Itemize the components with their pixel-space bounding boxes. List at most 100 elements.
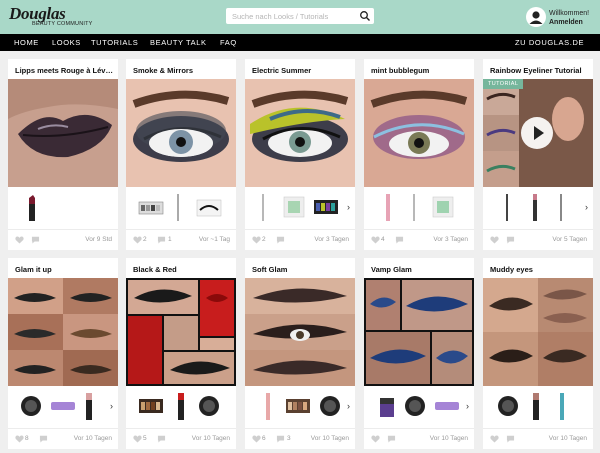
eyeshadow-icon[interactable] [432, 196, 454, 218]
comment-icon[interactable] [387, 435, 396, 443]
look-card[interactable]: mint bubblegum 4 Vor 3 Tagen [364, 59, 474, 250]
look-card[interactable]: Soft Glam › 6 3 Vor 10 Tagen [245, 258, 355, 449]
lipgloss-icon[interactable] [557, 391, 567, 421]
look-card[interactable]: Vamp Glam › Vor 10 Tagen [364, 258, 474, 449]
card-title[interactable]: mint bubblegum [371, 66, 471, 75]
look-image[interactable] [245, 278, 355, 386]
card-footer: 5 Vor 10 Tagen [126, 428, 236, 449]
nav-beauty-talk[interactable]: BEAUTY TALK [150, 38, 207, 47]
mascara-icon[interactable] [384, 192, 392, 222]
post-time: Vor 10 Tagen [191, 435, 230, 442]
pot-icon[interactable] [20, 395, 42, 417]
comment-icon[interactable] [157, 236, 166, 244]
card-title[interactable]: Rainbow Eyeliner Tutorial [490, 66, 590, 75]
eyeshadow-icon[interactable] [283, 196, 305, 218]
heart-icon[interactable] [15, 236, 24, 244]
play-icon[interactable] [521, 117, 553, 149]
look-card[interactable]: Smoke & Mirrors 2 1 Vor ~1 Tag [126, 59, 236, 250]
comment-count: 3 [287, 435, 291, 442]
comment-icon[interactable] [506, 435, 515, 443]
tutorial-card[interactable]: Rainbow Eyeliner Tutorial TUTORIAL › Vor… [483, 59, 593, 250]
look-image[interactable] [126, 79, 236, 187]
comment-icon[interactable] [31, 236, 40, 244]
comment-icon[interactable] [157, 435, 166, 443]
comment-icon[interactable] [395, 236, 404, 244]
chevron-right-icon[interactable]: › [466, 402, 469, 411]
comment-icon[interactable] [39, 435, 48, 443]
douglas-logo[interactable]: Douglas BEAUTY COMMUNITY [9, 5, 93, 27]
look-image[interactable] [8, 278, 118, 386]
heart-icon[interactable] [490, 236, 499, 244]
look-card[interactable]: Black & Red 5 Vor 10 Tagen [126, 258, 236, 449]
card-title[interactable]: Vamp Glam [371, 265, 471, 274]
look-image[interactable] [245, 79, 355, 187]
look-card[interactable]: Electric Summer › 2 Vor 3 Tagen [245, 59, 355, 250]
comment-icon[interactable] [506, 236, 515, 244]
user-menu[interactable]: Willkommen! Anmelden [549, 9, 589, 27]
heart-icon[interactable] [133, 435, 142, 443]
pot-icon[interactable] [404, 395, 426, 417]
nav-to-douglas-de[interactable]: ZU DOUGLAS.DE [515, 38, 584, 47]
lashes-icon[interactable] [196, 198, 222, 218]
brush-icon[interactable] [557, 192, 565, 222]
look-image[interactable] [483, 278, 593, 386]
pot-icon[interactable] [198, 395, 220, 417]
search-icon[interactable] [359, 10, 371, 22]
lipgloss-icon[interactable] [263, 391, 273, 421]
video-thumbnail[interactable]: TUTORIAL [483, 79, 593, 187]
card-title[interactable]: Electric Summer [252, 66, 352, 75]
heart-icon[interactable] [252, 435, 261, 443]
lipstick-icon[interactable] [531, 391, 541, 421]
heart-icon[interactable] [371, 435, 380, 443]
nav-faq[interactable]: FAQ [220, 38, 237, 47]
card-title[interactable]: Soft Glam [252, 265, 352, 274]
palette-icon[interactable] [285, 397, 311, 415]
card-title[interactable]: Glam it up [15, 265, 115, 274]
look-image[interactable] [364, 79, 474, 187]
lipstick-icon[interactable] [176, 391, 186, 421]
pot-icon[interactable] [319, 395, 341, 417]
lipstick-icon[interactable] [24, 194, 40, 222]
card-title[interactable]: Lipps meets Rouge à Lév… [15, 66, 115, 75]
nav-tutorials[interactable]: TUTORIALS [91, 38, 138, 47]
primer-icon[interactable] [50, 399, 76, 413]
pigment-jar-icon[interactable] [378, 395, 396, 419]
eyeliner-icon[interactable] [259, 192, 267, 222]
look-image[interactable] [126, 278, 236, 386]
pot-icon[interactable] [497, 395, 519, 417]
avatar-icon[interactable] [526, 7, 546, 27]
chevron-right-icon[interactable]: › [110, 402, 113, 411]
look-image[interactable] [364, 278, 474, 386]
heart-icon[interactable] [371, 236, 380, 244]
heart-icon[interactable] [252, 236, 261, 244]
eyeliner-icon[interactable] [174, 192, 182, 222]
comment-icon[interactable] [276, 236, 285, 244]
lipstick-icon[interactable] [84, 391, 94, 421]
look-card[interactable]: Glam it up › 8 Vor 10 Tagen [8, 258, 118, 449]
heart-icon[interactable] [15, 435, 24, 443]
comment-count: 1 [168, 236, 172, 243]
nav-looks[interactable]: LOOKS [52, 38, 81, 47]
comment-icon[interactable] [276, 435, 285, 443]
login-link[interactable]: Anmelden [549, 18, 589, 27]
lipstick-icon[interactable] [531, 192, 539, 222]
eyeliner-icon[interactable] [503, 192, 511, 222]
look-card[interactable]: Lipps meets Rouge à Lév… Vor 9 Std [8, 59, 118, 250]
chevron-right-icon[interactable]: › [585, 203, 588, 212]
eyeliner-icon[interactable] [410, 192, 418, 222]
palette-icon[interactable] [138, 198, 164, 218]
chevron-right-icon[interactable]: › [347, 402, 350, 411]
nav-home[interactable]: HOME [14, 38, 39, 47]
palette-icon[interactable] [313, 198, 339, 216]
look-card[interactable]: Muddy eyes Vor 10 Tagen [483, 258, 593, 449]
heart-icon[interactable] [133, 236, 142, 244]
chevron-right-icon[interactable]: › [347, 203, 350, 212]
look-image[interactable] [8, 79, 118, 187]
card-title[interactable]: Smoke & Mirrors [133, 66, 233, 75]
palette-icon[interactable] [138, 397, 164, 415]
search-input[interactable] [226, 8, 354, 24]
card-title[interactable]: Muddy eyes [490, 265, 590, 274]
primer-icon[interactable] [434, 399, 460, 413]
card-title[interactable]: Black & Red [133, 265, 233, 274]
heart-icon[interactable] [490, 435, 499, 443]
